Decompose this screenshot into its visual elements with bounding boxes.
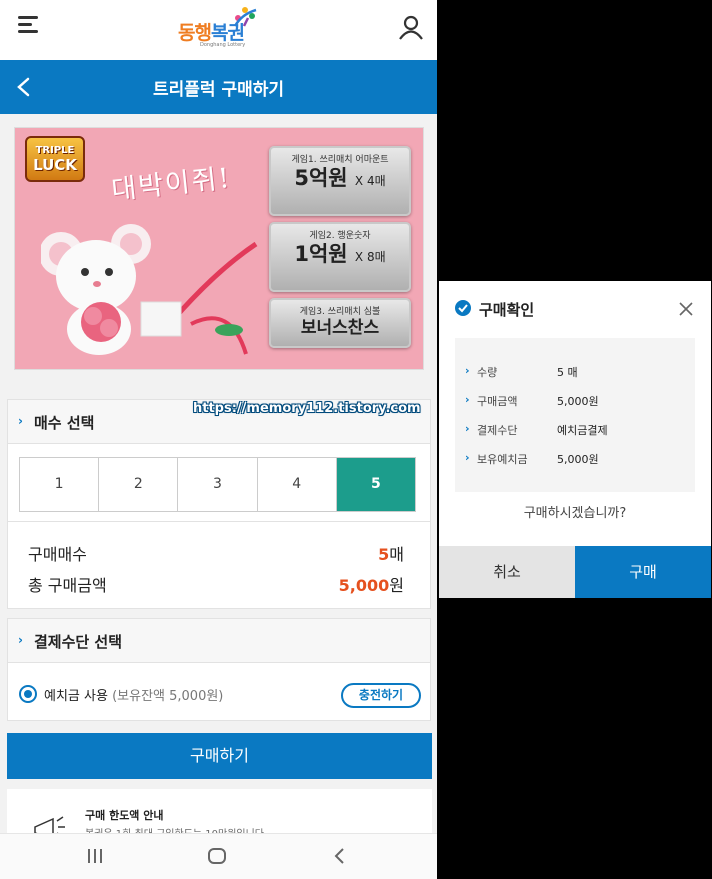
promo-banner: TRIPLE LUCK 대박이쥐! 게임1. 쓰리매치 어마운트 5억원 X 4…: [14, 127, 424, 370]
purchase-confirm-dialog: 구매확인 › 수량 5 매 › 구매금액 5,000원 › 결제수단 예치금결제…: [439, 281, 711, 598]
page-title: 트리플럭 구매하기: [152, 80, 285, 100]
purchase-limit-notice: 구매 한도액 안내 복권은 1회 최대 구입한도는 10만원입니다: [7, 789, 432, 841]
prize-caption: 게임3. 쓰리매치 심볼: [299, 307, 381, 317]
quantity-option-1[interactable]: 1: [20, 458, 100, 511]
quantity-section: › 매수 선택 1 2 3 4 5 구매매수 5매 총 구매금액 5,000원: [7, 399, 431, 609]
total-amount-unit: 원: [389, 576, 404, 595]
prize-count: X 4매: [354, 174, 386, 188]
prize-amount: 1억원 X 8매: [271, 241, 409, 270]
quantity-option-3[interactable]: 3: [178, 458, 258, 511]
total-amount-row: 총 구매금액 5,000원: [28, 572, 404, 596]
chevron-right-icon: ›: [18, 414, 23, 428]
close-icon[interactable]: [679, 302, 693, 316]
dialog-summary-box: [455, 338, 695, 492]
purchase-count-value: 5매: [378, 541, 404, 565]
deposit-option-text: 예치금 사용: [44, 689, 108, 704]
total-amount-label: 총 구매금액: [28, 576, 107, 595]
payment-section: › 결제수단 선택 예치금 사용 (보유잔액 5,000원) 충전하기: [7, 618, 431, 721]
prize-amount-value: 보너스찬스: [300, 318, 380, 338]
banner-headline: 대박이쥐!: [110, 162, 233, 207]
check-circle-icon: [455, 300, 471, 316]
menu-icon[interactable]: [18, 16, 38, 34]
prize-amount: 보너스찬스: [271, 317, 409, 340]
purchase-count-number: 5: [378, 545, 390, 564]
confirm-purchase-button[interactable]: 구매: [575, 546, 711, 598]
dialog-row-label: 구매금액: [477, 395, 518, 408]
badge-line-1: TRIPLE: [35, 145, 75, 156]
total-amount-value: 5,000원: [339, 572, 404, 596]
mobile-screen: 동행복권 Donghang Lottery 트리플럭 구매하기 TRIPLE L…: [0, 0, 437, 879]
badge-line-2: LUCK: [33, 156, 77, 174]
purchase-count-label: 구매매수: [28, 545, 87, 564]
triple-luck-badge: TRIPLE LUCK: [25, 136, 85, 182]
prize-amount-value: 1억원: [294, 242, 348, 266]
back-icon[interactable]: [332, 846, 348, 866]
prize-card-game3: 게임3. 쓰리매치 심볼 보너스찬스: [269, 298, 411, 348]
system-nav-bar: [0, 833, 437, 879]
quantity-section-title: 매수 선택: [34, 414, 95, 432]
quantity-selector: 1 2 3 4 5: [19, 457, 416, 512]
dialog-row-value: 5,000원: [557, 453, 599, 466]
purchase-button[interactable]: 구매하기: [7, 733, 432, 779]
dialog-row-value: 예치금결제: [557, 424, 608, 437]
divider: [8, 521, 430, 522]
logo-subtext: Donghang Lottery: [200, 42, 246, 48]
payment-section-header: › 결제수단 선택: [8, 619, 430, 663]
prize-amount-value: 5억원: [294, 166, 348, 190]
mouse-illustration: [41, 224, 258, 355]
prize-card-game1: 게임1. 쓰리매치 어마운트 5억원 X 4매: [269, 146, 411, 216]
total-amount-number: 5,000: [338, 576, 390, 595]
donghang-lottery-logo[interactable]: 동행복권 Donghang Lottery: [178, 6, 262, 52]
recent-apps-icon[interactable]: [86, 846, 104, 866]
dialog-row-label: 수량: [477, 366, 498, 379]
dialog-row-label: 보유예치금: [477, 453, 528, 466]
prize-caption: 게임1. 쓰리매치 어마운트: [291, 155, 389, 165]
prize-count: X 8매: [354, 250, 386, 264]
top-app-bar: 동행복권 Donghang Lottery: [0, 0, 437, 60]
quantity-option-2[interactable]: 2: [99, 458, 179, 511]
deposit-balance: (보유잔액 5,000원): [112, 689, 224, 704]
purchase-count-row: 구매매수 5매: [28, 541, 404, 565]
chevron-right-icon: ›: [465, 422, 470, 435]
quantity-option-5[interactable]: 5: [336, 458, 416, 511]
home-icon[interactable]: [207, 846, 227, 866]
quantity-option-4[interactable]: 4: [257, 458, 337, 511]
user-icon[interactable]: [398, 14, 424, 40]
watermark-url: https://memory112.tistory.com: [193, 401, 421, 416]
dialog-title: 구매확인: [479, 301, 535, 319]
title-bar: 트리플럭 구매하기: [0, 60, 437, 114]
prize-amount: 5억원 X 4매: [271, 165, 409, 194]
chevron-right-icon: ›: [465, 393, 470, 406]
payment-section-title: 결제수단 선택: [34, 633, 123, 651]
cancel-button[interactable]: 취소: [439, 546, 575, 598]
deposit-option-label[interactable]: 예치금 사용 (보유잔액 5,000원): [44, 685, 223, 704]
chevron-right-icon: ›: [465, 451, 470, 464]
limit-title: 구매 한도액 안내: [85, 809, 164, 822]
chevron-right-icon: ›: [18, 633, 23, 647]
chevron-right-icon: ›: [465, 364, 470, 377]
prize-caption: 게임2. 행운숫자: [309, 231, 371, 241]
deposit-radio[interactable]: [19, 685, 37, 703]
charge-button[interactable]: 충전하기: [341, 683, 421, 708]
dialog-row-label: 결제수단: [477, 424, 518, 437]
prize-card-game2: 게임2. 행운숫자 1억원 X 8매: [269, 222, 411, 292]
dialog-row-value: 5 매: [557, 366, 578, 379]
dialog-row-value: 5,000원: [557, 395, 599, 408]
logo-text: 동행복권: [178, 22, 245, 44]
purchase-count-unit: 매: [389, 545, 404, 564]
dialog-question: 구매하시겠습니까?: [523, 506, 627, 521]
